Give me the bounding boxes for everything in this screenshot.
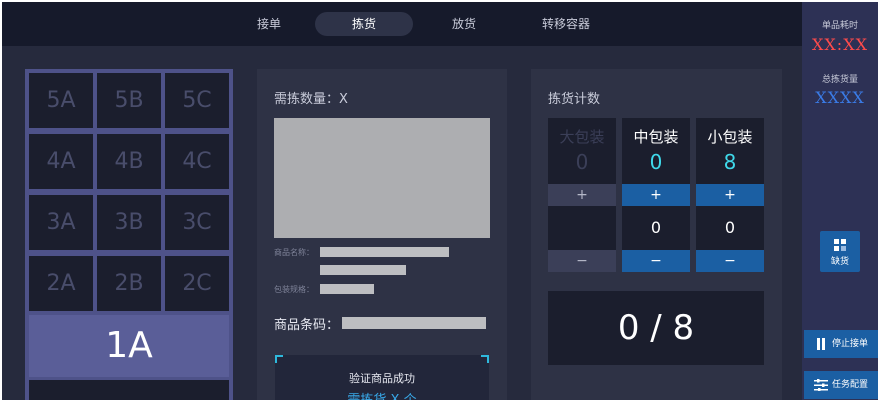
counter-title: 拣货计数 [548, 92, 601, 107]
grid-icon [834, 239, 846, 251]
tab-picking[interactable]: 拣货 [315, 12, 413, 36]
pick-progress: 0 / 8 [548, 291, 764, 365]
product-name-label: 商品名称： [274, 248, 314, 257]
shortage-button[interactable]: 缺货 [820, 231, 860, 272]
small-pack-plus-button[interactable]: + [696, 184, 764, 206]
barcode-value [342, 317, 486, 329]
medium-pack-value: 0 [622, 206, 690, 250]
frame-corner-top-left [275, 355, 283, 363]
product-image [274, 118, 490, 238]
verify-pick-count-text: 需拣货 X 个 [275, 389, 489, 400]
pick-quantity-title: 需拣数量：X [274, 92, 348, 107]
small-pack-header: 小包装 8 [696, 118, 764, 184]
bin-2c[interactable]: 2C [165, 256, 229, 311]
pause-icon [817, 338, 825, 350]
tab-put-goods[interactable]: 放货 [434, 12, 494, 36]
package-spec-value [320, 284, 374, 294]
unit-time-value: XX:XX [812, 35, 868, 54]
product-name-value-line2 [320, 265, 406, 275]
small-pack-minus-button[interactable]: − [696, 250, 764, 272]
pick-info-panel: 需拣数量：X 商品名称： 包装规格： 商品条码： 验证商品成功 需拣货 X 个 [257, 69, 507, 400]
large-pack-value [548, 206, 616, 250]
bin-4b[interactable]: 4B [97, 134, 161, 189]
verify-result-box: 验证商品成功 需拣货 X 个 [275, 355, 489, 400]
task-config-button[interactable]: 任务配置 [804, 371, 878, 399]
bin-bottom-row [29, 380, 229, 400]
picking-app: 接单 拣货 放货 转移容器 5A 5B 5C 4A 4B 4C 3A 3B 3C… [2, 2, 878, 400]
bin-2b[interactable]: 2B [97, 256, 161, 311]
small-pack-value: 0 [696, 206, 764, 250]
large-pack-label: 大包装 [559, 128, 605, 146]
sliders-icon [814, 379, 828, 391]
medium-pack-plus-button[interactable]: + [622, 184, 690, 206]
large-pack-minus-button[interactable]: − [548, 250, 616, 272]
large-pack-count: 0 [575, 150, 589, 174]
medium-pack-header: 中包装 0 [622, 118, 690, 184]
bin-grid: 5A 5B 5C 4A 4B 4C 3A 3B 3C 2A 2B 2C 1A [25, 69, 233, 400]
stop-accepting-button[interactable]: 停止接单 [804, 330, 878, 358]
stop-accepting-label: 停止接单 [832, 339, 869, 349]
bin-5a[interactable]: 5A [29, 73, 93, 128]
task-config-label: 任务配置 [832, 380, 869, 390]
tab-receive-order[interactable]: 接单 [239, 12, 299, 36]
pick-counter-panel: 拣货计数 大包装 0 + − 中包装 0 + 0 − 小包装 8 + 0 − 0… [531, 69, 782, 400]
tab-transfer-container[interactable]: 转移容器 [524, 12, 608, 36]
medium-pack-minus-button[interactable]: − [622, 250, 690, 272]
medium-pack-count: 0 [649, 150, 663, 174]
right-sidebar: 单品耗时 XX:XX 总拣货量 XXXX 缺货 停止接单 任务配置 [802, 2, 878, 400]
bin-active-1a[interactable]: 1A [29, 315, 229, 377]
small-pack-label: 小包装 [707, 128, 753, 146]
verify-success-text: 验证商品成功 [349, 372, 415, 385]
barcode-label: 商品条码： [274, 318, 340, 333]
bin-4c[interactable]: 4C [165, 134, 229, 189]
large-pack-header: 大包装 0 [548, 118, 616, 184]
large-pack-plus-button[interactable]: + [548, 184, 616, 206]
top-nav: 接单 拣货 放货 转移容器 [2, 2, 802, 46]
total-picked-value: XXXX [815, 88, 865, 107]
bin-5c[interactable]: 5C [165, 73, 229, 128]
bin-5b[interactable]: 5B [97, 73, 161, 128]
product-name-value [320, 247, 449, 257]
small-pack-count: 8 [723, 150, 737, 174]
frame-corner-top-right [481, 355, 489, 363]
shortage-label: 缺货 [830, 257, 849, 267]
bin-3a[interactable]: 3A [29, 195, 93, 250]
package-spec-label: 包装规格： [274, 285, 314, 294]
total-picked-label: 总拣货量 [821, 75, 858, 85]
bin-2a[interactable]: 2A [29, 256, 93, 311]
medium-pack-label: 中包装 [633, 128, 679, 146]
bin-3b[interactable]: 3B [97, 195, 161, 250]
bin-3c[interactable]: 3C [165, 195, 229, 250]
unit-time-label: 单品耗时 [821, 21, 858, 31]
bin-4a[interactable]: 4A [29, 134, 93, 189]
